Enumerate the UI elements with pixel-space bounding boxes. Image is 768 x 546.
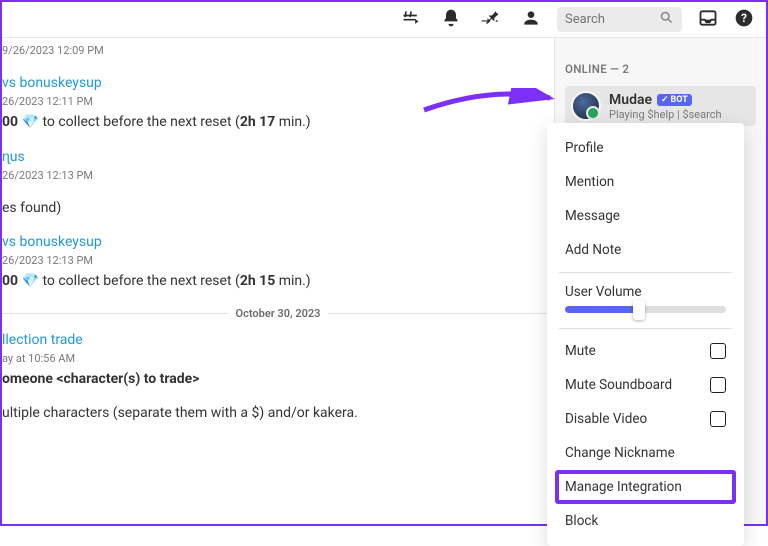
search-input[interactable] (565, 12, 659, 27)
checkbox[interactable] (710, 377, 726, 393)
menu-profile[interactable]: Profile (555, 131, 736, 165)
message-text: ultiple characters (separate them with a… (2, 405, 554, 421)
online-heading: ONLINE — 2 (565, 62, 756, 76)
user-status: Playing $help | $search (609, 108, 722, 121)
menu-disable-video[interactable]: Disable Video (555, 402, 736, 436)
menu-manage-integration[interactable]: Manage Integration (555, 470, 736, 504)
menu-message[interactable]: Message (555, 199, 736, 233)
message-header-link[interactable]: ɳus (2, 148, 554, 165)
help-icon[interactable]: ? (734, 8, 754, 32)
timestamp: 26/2023 12:13 PM (2, 254, 554, 267)
message-text: es found) (2, 200, 554, 216)
kakera-icon: 💎 (22, 114, 39, 130)
avatar (571, 91, 601, 121)
volume-slider[interactable] (555, 306, 736, 323)
menu-mute[interactable]: Mute (555, 334, 736, 368)
menu-change-nickname[interactable]: Change Nickname (555, 436, 736, 470)
kakera-icon: 💎 (22, 273, 39, 289)
user-name: Mudae (609, 92, 652, 108)
menu-separator (559, 272, 732, 273)
member-row[interactable]: Mudae ✓ BOT Playing $help | $search (565, 86, 756, 126)
message-text: 00 💎 to collect before the next reset (2… (2, 273, 554, 289)
message-text: omeone <character(s) to trade> (2, 371, 554, 387)
message-header-link[interactable]: vs bonuskeysup (2, 234, 554, 250)
bot-badge: ✓ BOT (657, 94, 692, 106)
menu-separator (559, 328, 732, 329)
message-header-link[interactable]: llection trade (2, 332, 554, 348)
annotation-arrow (422, 88, 557, 118)
pinned-icon[interactable] (481, 8, 501, 32)
search-icon (659, 10, 674, 29)
menu-add-note[interactable]: Add Note (555, 233, 736, 267)
timestamp: 9/26/2023 12:09 PM (2, 44, 554, 57)
menu-block[interactable]: Block (555, 504, 736, 538)
top-bar: ? (2, 2, 766, 38)
date-divider: October 30, 2023 (2, 307, 554, 320)
checkbox[interactable] (710, 343, 726, 359)
notifications-icon[interactable] (441, 8, 461, 32)
channel-icons (401, 8, 541, 32)
svg-text:?: ? (741, 11, 747, 25)
timestamp: ay at 10:56 AM (2, 352, 554, 365)
search-box[interactable] (557, 7, 682, 32)
user-context-menu: Profile Mention Message Add Note User Vo… (547, 123, 744, 546)
members-icon[interactable] (521, 8, 541, 32)
menu-mention[interactable]: Mention (555, 165, 736, 199)
threads-icon[interactable] (401, 8, 421, 32)
timestamp: 26/2023 12:13 PM (2, 169, 554, 182)
inbox-icon[interactable] (698, 8, 718, 32)
menu-user-volume-label: User Volume (555, 278, 736, 306)
checkbox[interactable] (710, 411, 726, 427)
right-icons: ? (698, 8, 754, 32)
menu-mute-soundboard[interactable]: Mute Soundboard (555, 368, 736, 402)
